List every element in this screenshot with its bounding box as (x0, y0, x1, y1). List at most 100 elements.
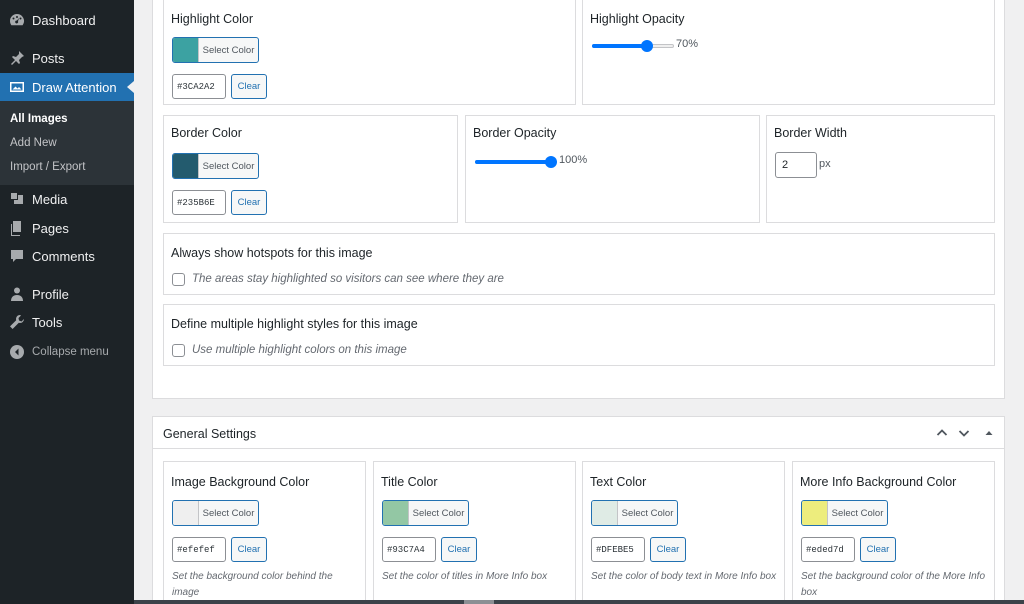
border-color-title: Border Color (171, 126, 242, 140)
chevron-up-icon (936, 429, 948, 436)
image-bg-clear-button[interactable]: Clear (231, 537, 267, 562)
menu-profile-label: Profile (32, 286, 69, 302)
border-clear-button[interactable]: Clear (231, 190, 267, 215)
border-width-unit: px (819, 158, 831, 170)
highlight-settings-panel: Highlight Color Select Color #3CA2A2 Cle… (152, 0, 1005, 399)
pages-icon (8, 219, 26, 237)
color-swatch (802, 501, 828, 525)
title-hex-input[interactable]: #93C7A4 (382, 537, 436, 562)
menu-comments-label: Comments (32, 248, 95, 264)
general-settings-panel: General Settings Image Background Color … (152, 416, 1005, 604)
admin-sidebar: Dashboard Posts Draw Attention All Image… (0, 0, 134, 604)
media-icon (8, 190, 26, 208)
color-swatch (173, 501, 199, 525)
collapse-menu-button[interactable]: Collapse menu (0, 338, 134, 366)
draw-attention-submenu: All Images Add New Import / Export (0, 101, 134, 185)
menu-posts-label: Posts (32, 50, 65, 66)
border-hex-input[interactable]: #235B6E (172, 190, 226, 215)
menu-media[interactable]: Media (0, 185, 134, 213)
highlight-clear-button[interactable]: Clear (231, 74, 267, 99)
user-icon (8, 285, 26, 303)
more-info-select-color-button[interactable]: Select Color (801, 500, 888, 526)
highlight-opacity-title: Highlight Opacity (590, 12, 685, 26)
move-up-button[interactable] (934, 425, 950, 441)
title-clear-button[interactable]: Clear (441, 537, 477, 562)
select-color-label: Select Color (202, 507, 255, 519)
border-opacity-field: Border Opacity 100% (465, 115, 760, 223)
menu-tools[interactable]: Tools (0, 308, 134, 336)
highlight-opacity-slider[interactable] (592, 40, 674, 52)
more-info-clear-button[interactable]: Clear (860, 537, 896, 562)
more-info-hex-input[interactable]: #eded7d (801, 537, 855, 562)
select-color-label: Select Color (202, 44, 255, 56)
menu-pages[interactable]: Pages (0, 214, 134, 242)
text-hex-input[interactable]: #DFEBE5 (591, 537, 645, 562)
text-select-color-button[interactable]: Select Color (591, 500, 678, 526)
menu-profile[interactable]: Profile (0, 280, 134, 308)
field-title: More Info Background Color (800, 475, 957, 489)
collapse-menu-label: Collapse menu (32, 346, 109, 358)
border-opacity-value: 100% (559, 154, 588, 166)
wrench-icon (8, 313, 26, 331)
toggle-panel-button[interactable] (981, 425, 997, 441)
highlight-color-field: Highlight Color Select Color #3CA2A2 Cle… (163, 0, 576, 105)
menu-comments[interactable]: Comments (0, 242, 134, 270)
highlight-opacity-value: 70% (676, 38, 699, 50)
horizontal-scrollbar[interactable] (134, 600, 1024, 604)
highlight-hex-input[interactable]: #3CA2A2 (172, 74, 226, 99)
always-show-title: Always show hotspots for this image (171, 246, 373, 260)
highlight-opacity-field: Highlight Opacity 70% (582, 0, 995, 105)
always-show-checkbox[interactable] (172, 273, 185, 286)
collapse-triangle-icon (985, 431, 993, 435)
border-select-color-button[interactable]: Select Color (172, 153, 259, 179)
collapse-icon (8, 343, 26, 361)
general-settings-header: General Settings (153, 417, 1004, 449)
border-opacity-slider[interactable] (475, 156, 557, 168)
slider-thumb[interactable] (641, 40, 653, 52)
slider-fill (592, 44, 647, 48)
comment-icon (8, 247, 26, 265)
multiple-styles-checkbox[interactable] (172, 344, 185, 357)
slider-thumb[interactable] (545, 156, 557, 168)
menu-media-label: Media (32, 191, 68, 207)
always-show-field: Always show hotspots for this image The … (163, 233, 995, 295)
border-opacity-title: Border Opacity (473, 126, 557, 140)
submenu-all-images[interactable]: All Images (10, 113, 68, 125)
highlight-color-swatch (173, 38, 199, 62)
submenu-add-new[interactable]: Add New (10, 137, 57, 149)
highlight-select-color-button[interactable]: Select Color (172, 37, 259, 63)
field-description: Set the color of body text in More Info … (591, 571, 777, 582)
image-bg-hex-input[interactable]: #efefef (172, 537, 226, 562)
submenu-import-export[interactable]: Import / Export (10, 161, 85, 173)
menu-draw-attention[interactable]: Draw Attention (0, 73, 134, 101)
border-color-field: Border Color Select Color #235B6E Clear (163, 115, 458, 223)
more-info-bg-color-field: More Info Background Color Select Color … (792, 461, 995, 604)
always-show-checkbox-label[interactable]: The areas stay highlighted so visitors c… (192, 273, 504, 285)
general-settings-title: General Settings (163, 427, 257, 441)
menu-tools-label: Tools (32, 314, 63, 330)
field-description: Set the background color of the More Inf… (801, 571, 985, 598)
field-title: Image Background Color (171, 475, 310, 489)
border-width-input[interactable]: 2 (775, 152, 817, 178)
image-background-color-field: Image Background Color Select Color #efe… (163, 461, 366, 604)
highlight-color-title: Highlight Color (171, 12, 253, 26)
border-width-title: Border Width (774, 126, 847, 140)
field-title: Text Color (590, 475, 647, 489)
text-clear-button[interactable]: Clear (650, 537, 686, 562)
image-icon (8, 78, 26, 96)
menu-dashboard[interactable]: Dashboard (0, 6, 134, 34)
image-bg-select-color-button[interactable]: Select Color (172, 500, 259, 526)
border-width-field: Border Width 2 px (766, 115, 995, 223)
title-select-color-button[interactable]: Select Color (382, 500, 469, 526)
menu-draw-attention-label: Draw Attention (32, 79, 117, 95)
menu-posts[interactable]: Posts (0, 44, 134, 72)
move-down-button[interactable] (956, 425, 972, 441)
menu-pages-label: Pages (32, 220, 69, 236)
title-color-field: Title Color Select Color #93C7A4 Clear S… (373, 461, 576, 604)
scrollbar-thumb[interactable] (464, 600, 494, 604)
field-description: Set the color of titles in More Info box (382, 571, 548, 582)
select-color-label: Select Color (621, 507, 674, 519)
dashboard-icon (8, 11, 26, 29)
color-swatch (383, 501, 409, 525)
multiple-styles-checkbox-label[interactable]: Use multiple highlight colors on this im… (192, 344, 407, 356)
